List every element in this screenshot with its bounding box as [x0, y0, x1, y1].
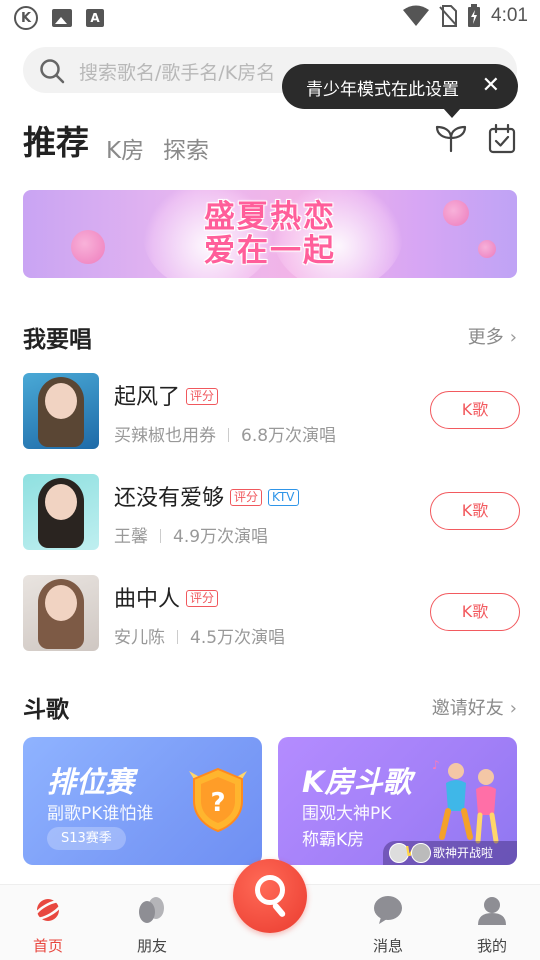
nav-label: 朋友: [136, 937, 167, 955]
status-bar: K A 4:01: [0, 0, 540, 36]
song-cover: [23, 373, 99, 449]
text-notification-icon: A: [86, 9, 104, 27]
profile-icon: [478, 897, 506, 925]
planet-icon: [33, 899, 63, 921]
nav-friends[interactable]: 朋友: [112, 885, 192, 960]
tab-k-room[interactable]: K房: [106, 131, 144, 165]
song-cover: [23, 575, 99, 651]
vs-text: 歌神开战啦: [433, 846, 494, 860]
cover-face: [45, 585, 77, 621]
svg-text:?: ?: [210, 788, 225, 818]
card-subtitle: 围观大神PK: [302, 804, 392, 824]
song-artist: 王馨: [114, 527, 148, 547]
divider: [160, 529, 161, 543]
chevron-right-icon: ›: [509, 327, 517, 348]
k-song-button[interactable]: K歌: [430, 492, 520, 530]
singers-illustration: ♪: [432, 758, 499, 844]
calendar-check-icon[interactable]: [488, 124, 516, 154]
card-subtitle: 副歌PK谁怕谁: [47, 804, 154, 824]
promo-banner[interactable]: 盛夏热恋 爱在一起: [23, 190, 517, 278]
k-room-battle-card[interactable]: K房斗歌 围观大神PK 称霸K房 ♪ VS 歌神开战啦: [278, 737, 517, 865]
song-row[interactable]: 起风了 评分 买辣椒也用券 6.8万次演唱 K歌: [23, 373, 520, 449]
wifi-icon: [403, 5, 430, 26]
sprout-icon[interactable]: [434, 123, 468, 153]
ranked-match-card[interactable]: 排位赛 副歌PK谁怕谁 S13赛季 ?: [23, 737, 262, 865]
invite-friends-link[interactable]: 邀请好友 ›: [432, 694, 517, 720]
song-meta: 王馨 4.9万次演唱: [114, 522, 268, 547]
nav-label: 消息: [372, 937, 403, 955]
card-title: K房斗歌: [302, 765, 412, 799]
tab-recommend[interactable]: 推荐: [23, 116, 89, 164]
rank-badge-icon: ?: [189, 767, 247, 833]
section-title-battle: 斗歌: [23, 697, 69, 723]
song-meta: 买辣椒也用券 6.8万次演唱: [114, 421, 336, 446]
song-row[interactable]: 还没有爱够 评分 KTV 王馨 4.9万次演唱 K歌: [23, 474, 520, 550]
close-icon[interactable]: ✕: [482, 73, 500, 99]
cover-face: [45, 484, 77, 520]
song-title: 还没有爱够: [114, 486, 225, 511]
divider: [228, 428, 229, 442]
nav-home[interactable]: 首页: [8, 885, 88, 960]
rating-tag: 评分: [186, 388, 219, 405]
card-subtitle-2: 称霸K房: [302, 830, 365, 850]
song-title: 曲中人: [114, 587, 181, 612]
nav-label: 我的: [476, 937, 507, 955]
more-link[interactable]: 更多 ›: [468, 323, 517, 349]
banner-title-line1: 盛夏热恋: [204, 199, 336, 235]
svg-text:♪: ♪: [432, 758, 440, 772]
search-placeholder: 搜索歌名/歌手名/K房名: [79, 62, 276, 84]
song-plays: 6.8万次演唱: [241, 426, 337, 446]
friends-icon: [139, 897, 164, 923]
song-row[interactable]: 曲中人 评分 安儿陈 4.5万次演唱 K歌: [23, 575, 520, 651]
chevron-right-icon: ›: [509, 698, 517, 719]
nav-label: 首页: [32, 937, 63, 955]
song-title-line: 曲中人 评分: [114, 581, 219, 613]
song-artist: 买辣椒也用券: [114, 426, 216, 446]
avatar: [411, 843, 431, 863]
microphone-icon: [255, 875, 285, 905]
image-notification-icon: [52, 9, 72, 27]
song-title-line: 还没有爱够 评分 KTV: [114, 480, 299, 512]
clock: 4:01: [491, 5, 528, 26]
song-meta: 安儿陈 4.5万次演唱: [114, 623, 285, 648]
tooltip-text: 青少年模式在此设置: [306, 80, 459, 100]
song-plays: 4.9万次演唱: [173, 527, 269, 547]
tooltip-arrow: [443, 108, 461, 118]
vs-strip: VS 歌神开战啦: [383, 841, 517, 865]
nav-messages[interactable]: 消息: [348, 885, 428, 960]
k-song-button[interactable]: K歌: [430, 391, 520, 429]
song-plays: 4.5万次演唱: [190, 628, 286, 648]
rating-tag: 评分: [230, 489, 263, 506]
ktv-tag: KTV: [268, 489, 299, 506]
card-title: 排位赛: [47, 765, 135, 799]
no-sim-icon: [439, 5, 458, 27]
nav-profile[interactable]: 我的: [452, 885, 532, 960]
section-title-sing: 我要唱: [23, 327, 92, 353]
song-artist: 安儿陈: [114, 628, 165, 648]
invite-label: 邀请好友: [431, 698, 504, 719]
song-title: 起风了: [114, 385, 181, 410]
k-song-button[interactable]: K歌: [430, 593, 520, 631]
banner-title-line2: 爱在一起: [204, 233, 336, 269]
divider: [177, 630, 178, 644]
song-cover: [23, 474, 99, 550]
chat-bubble-icon: [374, 896, 402, 924]
season-badge: S13赛季: [47, 827, 126, 850]
cover-face: [45, 383, 77, 419]
tab-explore[interactable]: 探索: [163, 131, 209, 165]
search-icon: [40, 59, 65, 84]
teen-mode-tooltip: 青少年模式在此设置 ✕: [282, 64, 518, 118]
battery-charging-icon: [468, 4, 481, 27]
rating-tag: 评分: [186, 590, 219, 607]
more-label: 更多: [467, 327, 504, 348]
song-title-line: 起风了 评分: [114, 379, 219, 411]
app-notification-icon: K: [14, 6, 38, 30]
sing-button[interactable]: [233, 859, 307, 933]
